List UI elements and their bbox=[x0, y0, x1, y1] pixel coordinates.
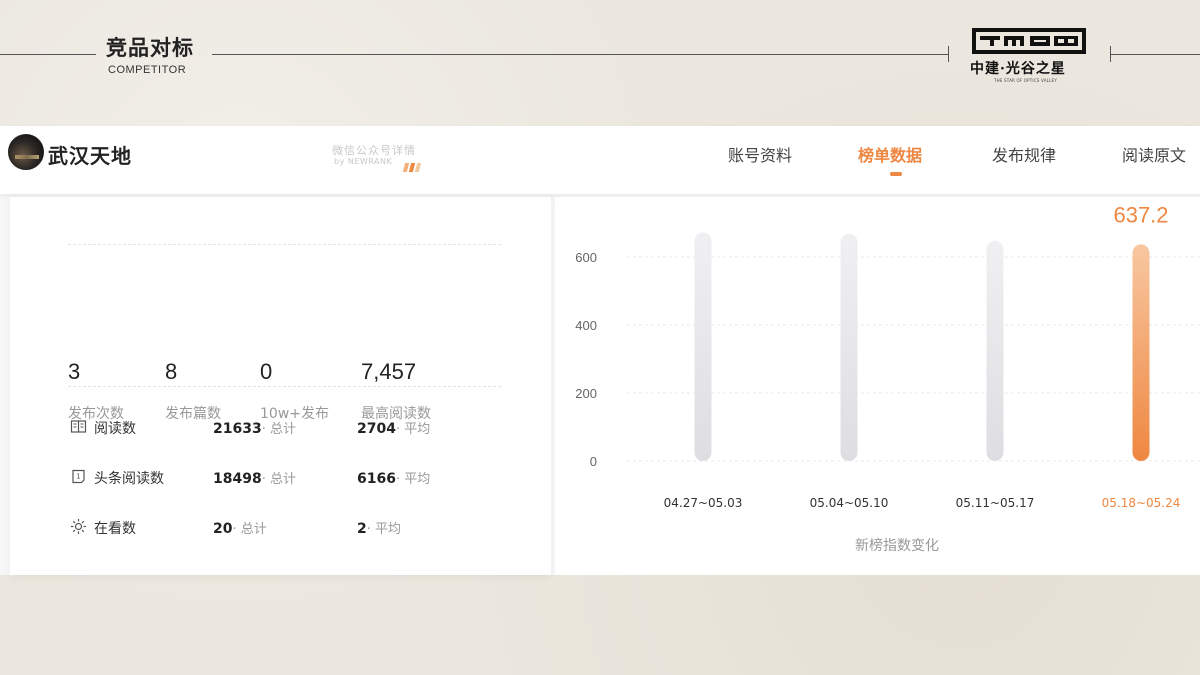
tab-account-info[interactable]: 账号资料 bbox=[728, 142, 792, 166]
tab-ranking-data[interactable]: 榜单数据 bbox=[858, 142, 922, 166]
x-tick-label: 05.18~05.24 bbox=[1102, 496, 1181, 510]
svg-text:1: 1 bbox=[76, 473, 80, 481]
stat-article-count: 8 bbox=[165, 359, 178, 384]
ranking-chart: 0 200 400 600 04.27~05.03 05.04~05.10 05.11~05… bbox=[555, 197, 1200, 575]
y-tick-label: 200 bbox=[575, 386, 597, 401]
header-rule-mid bbox=[212, 54, 948, 55]
book-icon bbox=[70, 420, 87, 433]
account-name: 武汉天地 bbox=[48, 144, 132, 168]
watermark-by: by NEWRANK bbox=[334, 157, 393, 166]
stats-card: 3 发布次数 8 发布篇数 0 10w+发布 7,457 最高阅读数 阅读数 2… bbox=[10, 197, 551, 575]
account-topbar: 武汉天地 微信公众号详情 by NEWRANK 账号资料 榜单数据 发布规律 阅… bbox=[0, 126, 1200, 194]
active-tab-indicator bbox=[890, 172, 902, 176]
account-panel: 武汉天地 微信公众号详情 by NEWRANK 账号资料 榜单数据 发布规律 阅… bbox=[0, 126, 1200, 575]
headline-icon: 1 bbox=[72, 469, 85, 484]
logo-tagline: THE STAR OF OPTICS VALLEY bbox=[994, 78, 1057, 83]
x-tick-label: 05.04~05.10 bbox=[810, 496, 889, 510]
section-title: 竞品对标 bbox=[106, 36, 194, 60]
chart-bar[interactable] bbox=[1132, 244, 1150, 461]
x-tick-label: 04.27~05.03 bbox=[664, 496, 743, 510]
stat-max-reads: 7,457 bbox=[361, 359, 417, 384]
data-label: 637.2 bbox=[1113, 202, 1168, 227]
metric-row-watching: 在看数 20· 总计 2· 平均 bbox=[10, 516, 551, 540]
watermark-title: 微信公众号详情 bbox=[332, 144, 416, 157]
stat-10w-count: 0 bbox=[260, 359, 273, 384]
y-tick-label: 400 bbox=[575, 318, 597, 333]
chart-caption: 新榜指数变化 bbox=[855, 538, 939, 554]
metric-row-reads: 阅读数 21633· 总计 2704· 平均 bbox=[10, 416, 551, 440]
metric-total: 18498· 总计 bbox=[213, 471, 296, 487]
chart-bar[interactable] bbox=[694, 232, 712, 461]
metric-total: 20· 总计 bbox=[213, 521, 267, 537]
chart-bar[interactable] bbox=[840, 233, 858, 461]
tab-publish-pattern[interactable]: 发布规律 bbox=[992, 142, 1056, 166]
header-rule-right bbox=[1110, 54, 1200, 55]
metric-average: 2· 平均 bbox=[357, 521, 402, 537]
logo-text: 中建·光谷之星 bbox=[970, 61, 1066, 77]
metric-average: 2704· 平均 bbox=[357, 421, 431, 437]
brand-logo: 中建·光谷之星 THE STAR OF OPTICS VALLEY bbox=[966, 26, 1090, 86]
divider bbox=[68, 244, 501, 245]
logo-mark-icon bbox=[972, 28, 1086, 54]
ranking-chart-svg: 0 200 400 600 04.27~05.03 05.04~05.10 05.11~05… bbox=[575, 202, 1200, 510]
divider bbox=[68, 386, 501, 387]
y-tick-label: 600 bbox=[575, 250, 597, 265]
section-subtitle: COMPETITOR bbox=[108, 64, 187, 76]
header-rule-tick bbox=[948, 46, 949, 62]
sun-icon bbox=[71, 519, 86, 534]
metric-average: 6166· 平均 bbox=[357, 471, 431, 487]
avatar[interactable] bbox=[8, 134, 44, 170]
header-rule-left bbox=[0, 54, 96, 55]
chart-bar[interactable] bbox=[986, 240, 1004, 461]
x-tick-label: 05.11~05.17 bbox=[956, 496, 1035, 510]
y-tick-label: 0 bbox=[590, 454, 597, 469]
metric-row-headline-reads: 1 头条阅读数 18498· 总计 6166· 平均 bbox=[10, 466, 551, 490]
tab-read-original[interactable]: 阅读原文 bbox=[1122, 142, 1186, 166]
metric-name: 阅读数 bbox=[94, 421, 136, 437]
stat-publish-count: 3 bbox=[68, 359, 81, 384]
metric-total: 21633· 总计 bbox=[213, 421, 296, 437]
metric-name: 头条阅读数 bbox=[94, 471, 164, 487]
newrank-stripes-icon bbox=[402, 157, 426, 172]
metric-name: 在看数 bbox=[94, 521, 136, 537]
